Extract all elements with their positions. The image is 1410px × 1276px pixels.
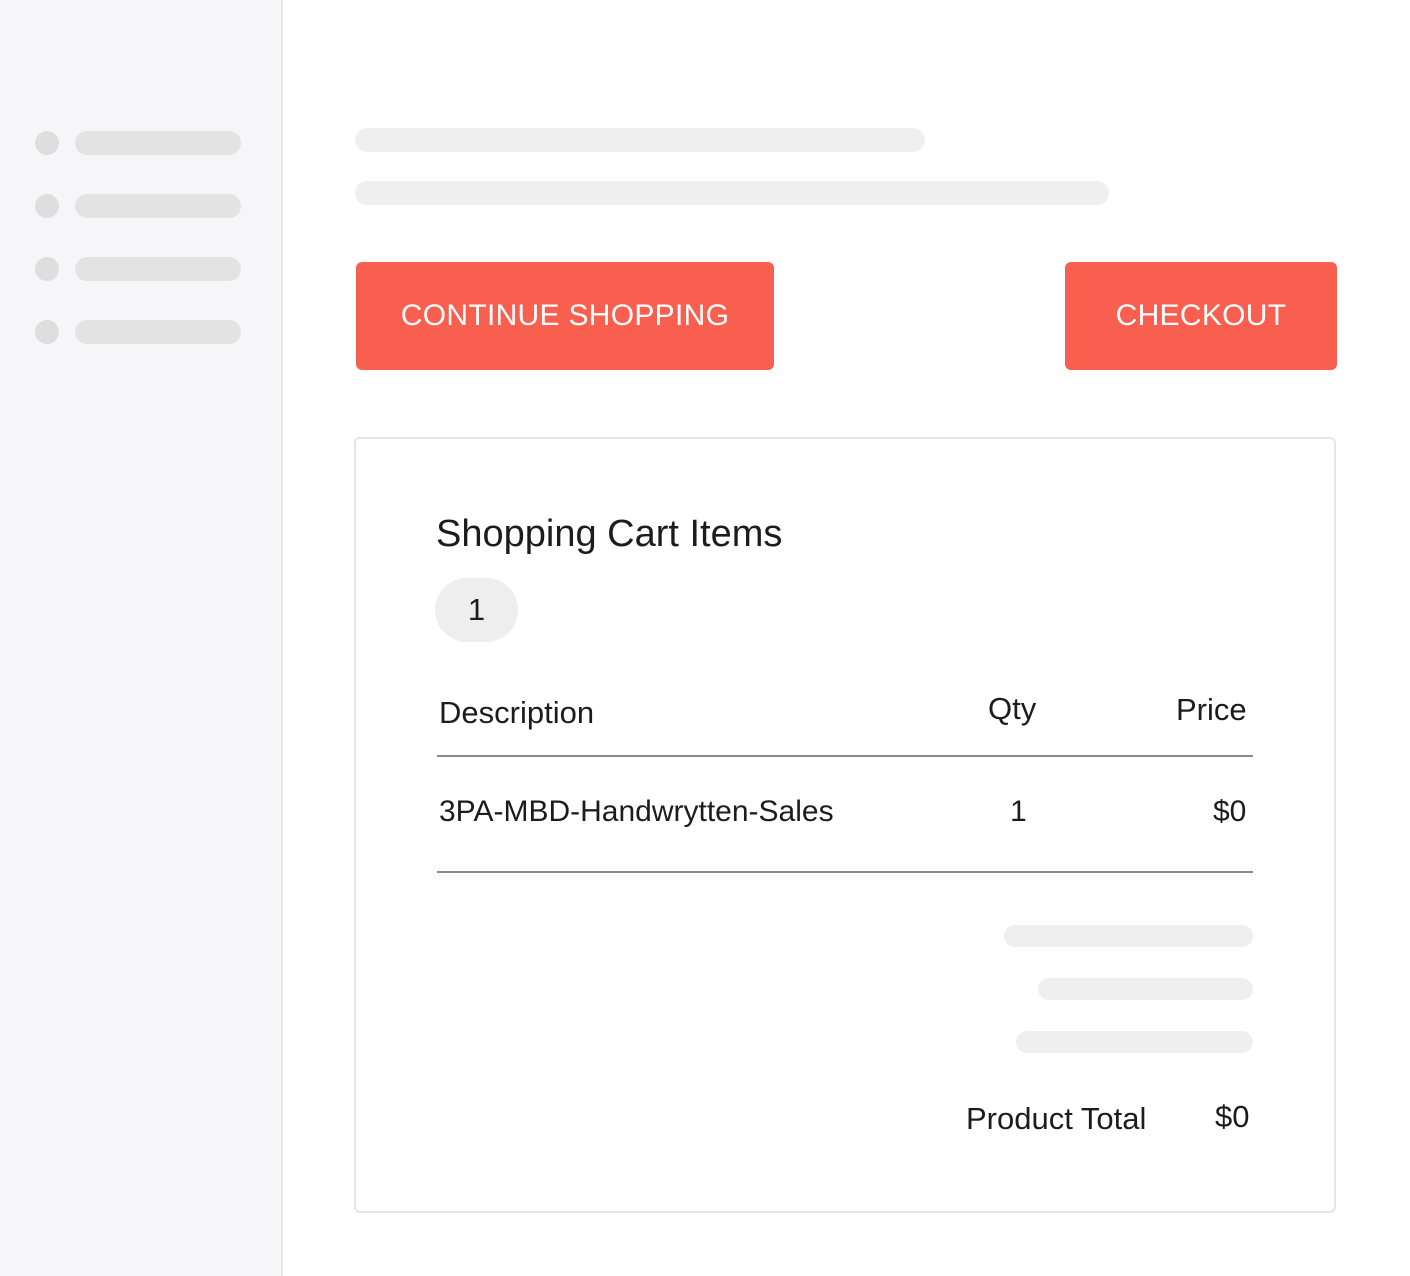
item-count-badge: 1 — [435, 578, 518, 642]
header-subtitle-placeholder — [355, 181, 1109, 205]
product-total-value: $0 — [1215, 1099, 1250, 1134]
sidebar-item-label-placeholder — [75, 257, 241, 281]
sidebar-item-placeholder[interactable] — [35, 131, 241, 155]
sidebar-item-label-placeholder — [75, 131, 241, 155]
shopping-cart-card: Shopping Cart Items 1 Description Qty Pr… — [354, 437, 1336, 1213]
checkout-button[interactable]: CHECKOUT — [1065, 262, 1337, 370]
summary-line-placeholder — [1016, 1031, 1253, 1053]
continue-shopping-button[interactable]: CONTINUE SHOPPING — [356, 262, 774, 370]
column-header-qty: Qty — [988, 691, 1037, 726]
sidebar-item-dot-icon — [35, 194, 59, 218]
item-description: 3PA-MBD-Handwrytten-Sales — [439, 795, 834, 828]
page: CONTINUE SHOPPING CHECKOUT Shopping Cart… — [0, 0, 1410, 1276]
summary-line-placeholder — [1004, 925, 1253, 947]
sidebar-item-dot-icon — [35, 131, 59, 155]
header-title-placeholder — [355, 128, 925, 152]
column-header-description: Description — [439, 695, 595, 730]
summary-line-placeholder — [1038, 978, 1253, 1000]
sidebar — [0, 0, 283, 1276]
sidebar-item-label-placeholder — [75, 194, 241, 218]
table-header-divider — [437, 755, 1253, 757]
product-total-label: Product Total — [966, 1101, 1147, 1136]
table-row-divider — [437, 871, 1253, 873]
sidebar-item-placeholder[interactable] — [35, 320, 241, 344]
cart-title: Shopping Cart Items — [436, 513, 783, 555]
sidebar-item-placeholder[interactable] — [35, 257, 241, 281]
item-qty: 1 — [1010, 795, 1027, 828]
sidebar-item-placeholder[interactable] — [35, 194, 241, 218]
sidebar-item-label-placeholder — [75, 320, 241, 344]
sidebar-item-dot-icon — [35, 257, 59, 281]
column-header-price: Price — [1176, 692, 1247, 727]
sidebar-item-dot-icon — [35, 320, 59, 344]
item-price: $0 — [1213, 795, 1247, 828]
